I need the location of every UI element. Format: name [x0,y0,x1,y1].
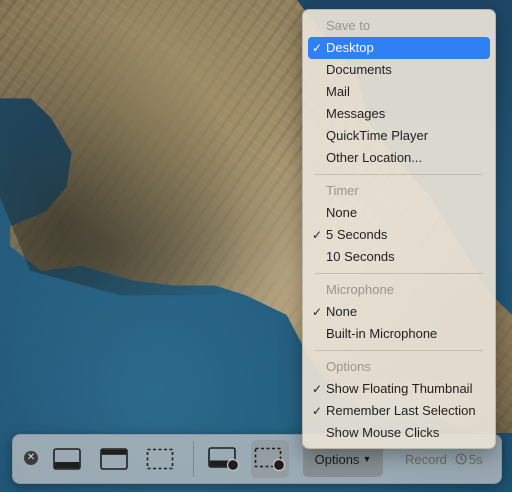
menu-item-label: Messages [326,106,386,121]
checkmark-icon: ✓ [312,305,323,319]
checkmark-icon: ✓ [312,228,323,242]
close-icon[interactable]: ✕ [24,451,38,465]
checkmark-icon: ✓ [312,41,323,55]
menu-item-microphone-none[interactable]: ✓ None [308,301,490,323]
menu-item-timer-5-seconds[interactable]: ✓ 5 Seconds [308,224,490,246]
menu-item-label: Remember Last Selection [326,403,476,418]
menu-item-desktop[interactable]: ✓ Desktop [308,37,490,59]
menu-item-built-in-microphone[interactable]: Built-in Microphone [308,323,490,345]
menu-item-timer-none[interactable]: None [308,202,490,224]
capture-entire-screen-button[interactable] [48,440,86,478]
options-label: Options [314,451,360,467]
menu-item-label: 10 Seconds [326,249,395,264]
menu-item-label: Desktop [326,40,374,55]
chevron-down-icon: ▼ [362,454,372,464]
menu-item-label: Mail [326,84,350,99]
menu-item-messages[interactable]: Messages [308,103,490,125]
record-entire-screen-button[interactable] [205,440,243,478]
menu-item-show-floating-thumbnail[interactable]: ✓ Show Floating Thumbnail [308,378,490,400]
timer-icon [455,453,467,465]
menu-item-timer-10-seconds[interactable]: 10 Seconds [308,246,490,268]
toolbar-divider [193,441,194,477]
menu-separator [315,174,483,175]
menu-item-show-mouse-clicks[interactable]: Show Mouse Clicks [308,422,490,444]
record-selection-icon [254,447,286,471]
menu-item-mail[interactable]: Mail [308,81,490,103]
menu-item-label: Show Floating Thumbnail [326,381,473,396]
menu-item-other-location[interactable]: Other Location... [308,147,490,169]
record-selection-button[interactable] [251,440,289,478]
menu-header-options: Options [326,359,371,374]
timer-value: 5s [468,451,483,467]
checkmark-icon: ✓ [312,404,323,418]
capture-window-icon [100,448,128,470]
menu-header-microphone: Microphone [326,282,394,297]
menu-item-label: Documents [326,62,392,77]
capture-selection-button[interactable] [141,440,179,478]
options-menu: Save to ✓ Desktop Documents Mail Message… [302,9,496,449]
record-label: Record [405,451,447,467]
menu-item-label: QuickTime Player [326,128,429,143]
capture-selection-icon [146,448,174,470]
menu-separator [315,273,483,274]
menu-item-label: Other Location... [326,150,423,165]
menu-item-label: None [326,205,358,220]
menu-item-label: 5 Seconds [326,227,388,242]
menu-item-remember-last-selection[interactable]: ✓ Remember Last Selection [308,400,490,422]
menu-item-label: Built-in Microphone [326,326,438,341]
menu-header-timer: Timer [326,183,359,198]
menu-item-label: Show Mouse Clicks [326,425,440,440]
capture-entire-screen-icon [53,448,81,470]
menu-item-quicktime-player[interactable]: QuickTime Player [308,125,490,147]
record-entire-screen-icon [208,447,240,471]
menu-item-documents[interactable]: Documents [308,59,490,81]
capture-window-button[interactable] [95,440,133,478]
checkmark-icon: ✓ [312,382,323,396]
menu-item-label: None [326,304,358,319]
timer-indicator: 5s [455,452,483,467]
menu-header-save-to: Save to [326,18,371,33]
menu-separator [315,350,483,351]
